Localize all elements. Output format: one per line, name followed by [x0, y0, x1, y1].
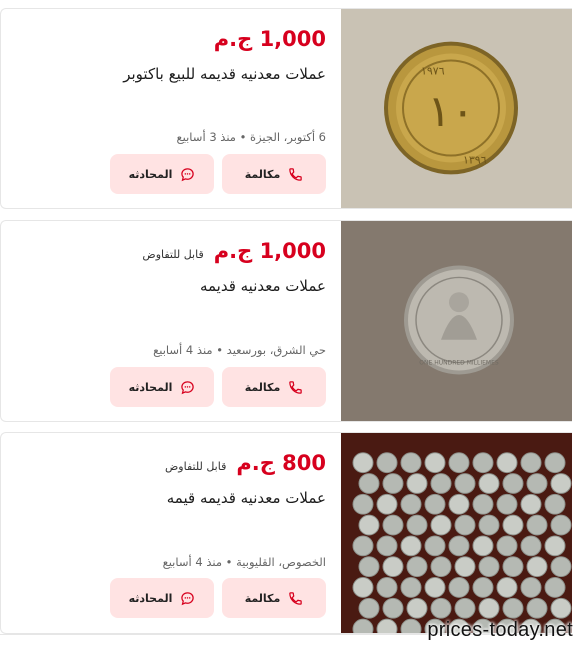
listing-image-silver-coin[interactable]: ONE HUNDRED MILLIEMES — [341, 221, 572, 421]
listing-location-time: الخصوص، القليوبية • منذ 4 أسابيع — [162, 555, 326, 569]
listing-title[interactable]: عملات معدنيه قديمه — [200, 277, 326, 295]
listing-title[interactable]: عملات معدنيه قديمه قيمه — [167, 489, 326, 507]
chat-label: المحادثه — [128, 167, 173, 181]
listing-actions: مكالمة المحادثه — [110, 154, 326, 194]
listing-price: 1,000 ج.م — [213, 239, 326, 263]
site-watermark: prices-today.net — [427, 619, 573, 641]
negotiable-badge: قابل للتفاوض — [142, 248, 204, 261]
listing-card[interactable]: ١٠ ١٩٧٦ ١٣٩٦ 1,000 ج.م عملات معدنيه قديم… — [0, 8, 572, 209]
listing-location-time: 6 أكتوبر، الجيزة • منذ 3 أسابيع — [176, 130, 326, 144]
chat-bubble-icon — [181, 167, 195, 181]
chat-label: المحادثه — [128, 591, 173, 605]
call-label: مكالمة — [244, 591, 281, 605]
phone-icon — [289, 380, 303, 394]
listing-price: 800 ج.م — [236, 451, 326, 475]
chat-button[interactable]: المحادثه — [110, 578, 214, 618]
price-row: 1,000 ج.م قابل للتفاوض — [142, 239, 326, 263]
listing-image-coin-collection[interactable] — [341, 433, 572, 633]
listing-card[interactable]: ONE HUNDRED MILLIEMES 1,000 ج.م قابل للت… — [0, 220, 572, 422]
call-label: مكالمة — [244, 380, 281, 394]
svg-text:١٣٩٦: ١٣٩٦ — [463, 153, 487, 166]
chat-label: المحادثه — [128, 380, 173, 394]
svg-text:١٩٧٦: ١٩٧٦ — [421, 64, 445, 77]
listing-location-time: حي الشرق، بورسعيد • منذ 4 أسابيع — [153, 343, 326, 357]
call-button[interactable]: مكالمة — [222, 367, 326, 407]
listing-card[interactable]: 800 ج.م قابل للتفاوض عملات معدنيه قديمه … — [0, 432, 572, 634]
call-label: مكالمة — [244, 167, 281, 181]
listing-actions: مكالمة المحادثه — [110, 578, 326, 618]
call-button[interactable]: مكالمة — [222, 578, 326, 618]
svg-text:ONE HUNDRED MILLIEMES: ONE HUNDRED MILLIEMES — [419, 360, 499, 367]
listing-image-gold-coin[interactable]: ١٠ ١٩٧٦ ١٣٩٦ — [341, 9, 572, 208]
chat-button[interactable]: المحادثه — [110, 154, 214, 194]
negotiable-badge: قابل للتفاوض — [164, 460, 227, 473]
listing-info: 1,000 ج.م قابل للتفاوض عملات معدنيه قديم… — [1, 221, 342, 421]
price-row: 1,000 ج.م — [214, 27, 326, 51]
listing-info: 800 ج.م قابل للتفاوض عملات معدنيه قديمه … — [1, 433, 342, 633]
phone-icon — [289, 591, 303, 605]
phone-icon — [289, 167, 303, 181]
listing-price: 1,000 ج.م — [213, 27, 326, 51]
price-row: 800 ج.م قابل للتفاوض — [165, 451, 326, 475]
svg-text:١٠: ١٠ — [427, 86, 474, 137]
chat-bubble-icon — [181, 380, 195, 394]
listing-info: 1,000 ج.م عملات معدنيه قديمه للبيع باكتو… — [1, 9, 342, 208]
chat-bubble-icon — [181, 591, 195, 605]
chat-button[interactable]: المحادثه — [110, 367, 214, 407]
call-button[interactable]: مكالمة — [222, 154, 326, 194]
listing-title[interactable]: عملات معدنيه قديمه للبيع باكتوبر — [123, 65, 326, 83]
listing-actions: مكالمة المحادثه — [110, 367, 326, 407]
